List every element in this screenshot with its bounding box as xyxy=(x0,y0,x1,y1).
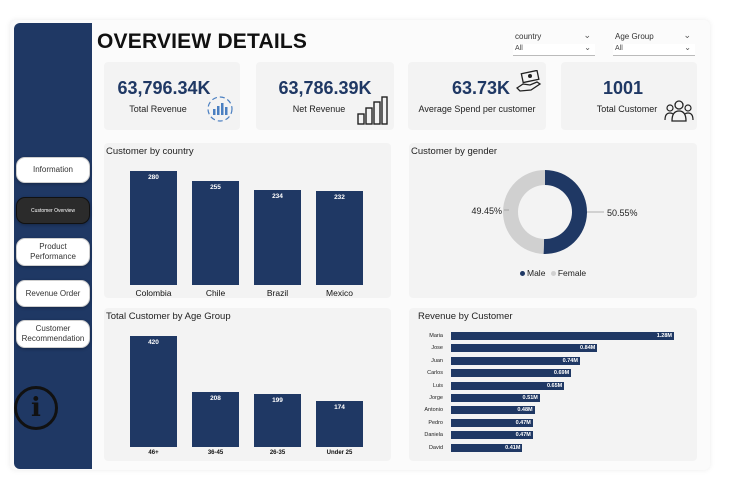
kpi-average-spend: 63.73K Average Spend per customer xyxy=(408,62,546,130)
legend-label: Female xyxy=(557,268,587,278)
revenue-by-customer-panel: Revenue by Customer Maria 1.28M Jose 0.84M J… xyxy=(409,308,697,461)
age-group-filter-label: Age Group xyxy=(615,32,654,41)
x-tick-label: Under 25 xyxy=(326,450,353,456)
bar-data-label: 0.65M xyxy=(546,382,563,389)
customer-by-gender-panel: Customer by gender 50.55% 49.45% Male Fem… xyxy=(409,143,697,298)
y-tick-label: Antonio xyxy=(424,407,443,414)
chevron-down-icon[interactable]: ⌄ xyxy=(684,43,691,52)
bar-chart-icon xyxy=(357,96,388,125)
kpi-label: Average Spend per customer xyxy=(418,104,536,114)
nav-information-button[interactable]: Information xyxy=(16,157,90,183)
revenue-chart-icon xyxy=(207,96,233,122)
age-group-filter[interactable]: Age Group ⌄ All ⌄ xyxy=(613,30,695,58)
bar-data-label: 280 xyxy=(148,174,159,181)
chevron-down-icon[interactable]: ⌄ xyxy=(583,30,591,41)
y-tick-label: Pedro xyxy=(428,419,443,426)
nav-product-performance-button[interactable]: Product Performance xyxy=(16,238,90,266)
y-tick-label: David xyxy=(428,444,443,451)
bar-data-label: 0.84M xyxy=(580,345,596,352)
page-title: OVERVIEW DETAILS xyxy=(97,30,308,53)
chevron-down-icon[interactable]: ⌄ xyxy=(584,43,591,52)
chart-title: Revenue by Customer xyxy=(418,311,513,322)
bar-data-label: 0.69M xyxy=(553,370,570,377)
bar xyxy=(130,171,177,285)
bar-data-label: 420 xyxy=(148,339,159,346)
nav-revenue-order-button[interactable]: Revenue Order xyxy=(16,280,90,307)
legend-label: Male xyxy=(527,268,546,278)
y-tick-label: Luis xyxy=(432,382,443,389)
bar xyxy=(254,189,301,285)
info-icon[interactable]: i xyxy=(14,386,58,430)
bar-data-label: 0.51M xyxy=(522,395,538,401)
country-filter[interactable]: country ⌄ All ⌄ xyxy=(513,30,595,58)
age-group-filter-value: All xyxy=(615,45,623,52)
bar-data-label: 232 xyxy=(334,193,345,201)
y-tick-label: Juan xyxy=(431,357,443,364)
y-tick-label: Maria xyxy=(429,333,443,339)
kpi-net-revenue: 63,786.39K Net Revenue xyxy=(256,62,394,130)
age-group-filter-select[interactable]: All ⌄ xyxy=(613,43,695,56)
y-tick-label: Jorge xyxy=(429,395,443,401)
x-tick-label: Mexico xyxy=(326,288,353,298)
country-filter-value: All xyxy=(515,45,523,52)
bar-data-label: 0.74M xyxy=(562,357,578,364)
bar xyxy=(316,190,363,285)
legend-swatch xyxy=(550,270,556,276)
chart-title: Total Customer by Age Group xyxy=(106,311,231,322)
x-tick-label: 26-35 xyxy=(269,450,286,456)
kpi-total-revenue: 63,796.34K Total Revenue xyxy=(104,62,240,130)
gender-legend: Male Female xyxy=(520,268,586,278)
bar xyxy=(451,332,674,340)
legend-swatch xyxy=(520,270,525,276)
kpi-value: 1001 xyxy=(602,78,644,98)
slice-value-label: 50.55% xyxy=(607,208,638,218)
y-tick-label: Carlos xyxy=(427,370,443,377)
chart-title: Customer by country xyxy=(106,146,194,157)
bar xyxy=(192,181,239,285)
kpi-total-customer: 1001 Total Customer xyxy=(561,62,697,130)
bar-data-label: 1.28M xyxy=(656,333,672,339)
money-hand-icon xyxy=(516,70,542,92)
x-tick-label: Colombia xyxy=(135,288,172,298)
people-group-icon xyxy=(664,100,694,122)
legend-item-female: Female xyxy=(550,268,587,278)
nav-customer-recommendation-button[interactable]: Customer Recommendation xyxy=(16,320,90,348)
x-tick-label: Chile xyxy=(205,288,226,298)
legend-item-male: Male xyxy=(520,268,545,278)
slice-value-label: 49.45% xyxy=(471,206,502,216)
bar xyxy=(130,336,177,447)
bar-data-label: 0.47M xyxy=(515,419,531,426)
y-tick-label: Jose xyxy=(431,345,443,352)
x-tick-label: 36-45 xyxy=(207,450,224,456)
x-tick-label: 46+ xyxy=(148,450,159,456)
bar-data-label: 208 xyxy=(210,395,221,403)
country-filter-label: country xyxy=(515,32,542,41)
country-filter-select[interactable]: All ⌄ xyxy=(513,43,595,56)
chevron-down-icon[interactable]: ⌄ xyxy=(683,30,691,41)
customer-by-country-panel: Customer by country 280 Colombia 255 Chile 2… xyxy=(104,143,391,298)
nav-customer-overview-button[interactable]: Customer Overview xyxy=(16,197,90,224)
bar-data-label: 174 xyxy=(334,404,345,411)
bar-data-label: 0.47M xyxy=(515,432,531,439)
y-tick-label: Daniela xyxy=(424,432,443,439)
pie-slice-female xyxy=(503,170,545,254)
x-tick-label: Brazil xyxy=(266,288,289,298)
bar-data-label: 255 xyxy=(210,184,221,192)
bar-data-label: 0.41M xyxy=(505,444,521,451)
customer-by-age-panel: Total Customer by Age Group 420 46+ 208 36-… xyxy=(104,308,391,461)
bar-data-label: 199 xyxy=(272,397,283,405)
pie-slice-male xyxy=(543,170,587,254)
bar-data-label: 234 xyxy=(272,192,283,200)
bar-data-label: 0.48M xyxy=(517,407,533,414)
